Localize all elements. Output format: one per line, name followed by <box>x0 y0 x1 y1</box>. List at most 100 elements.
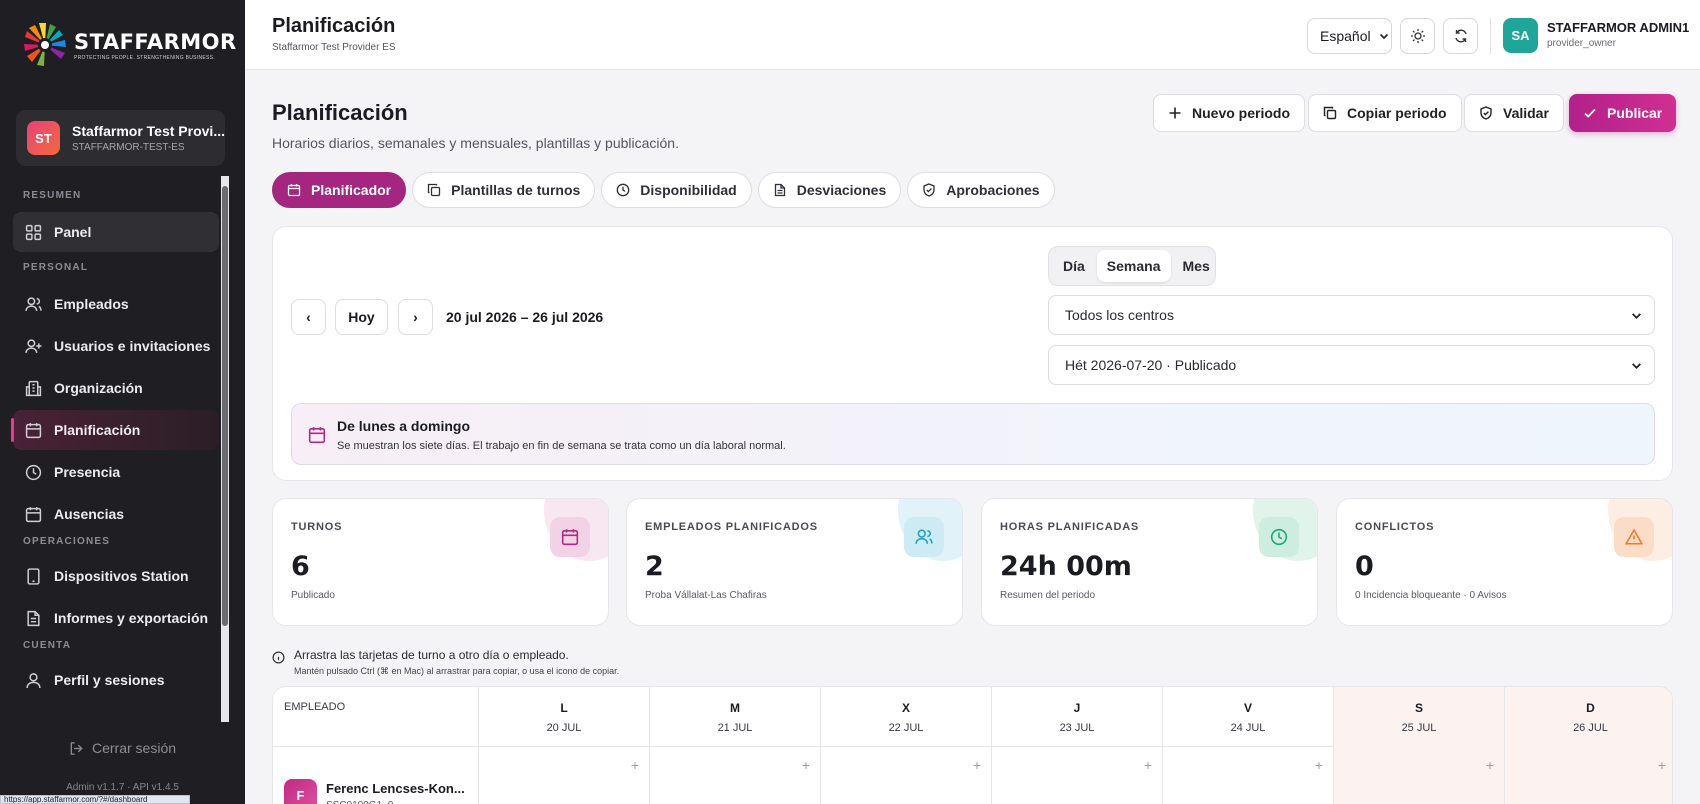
sidebar-nav: RESUMEN Panel PERSONAL Empleados Usuario… <box>0 190 222 722</box>
language-select[interactable]: Español <box>1307 18 1392 54</box>
sidebar-item-planificacion[interactable]: Planificación <box>11 410 219 450</box>
logo-mark-icon <box>24 23 66 66</box>
stat-value: 2 <box>645 551 664 582</box>
add-shift-button[interactable]: + <box>973 757 981 773</box>
tab-aprobaciones[interactable]: Aprobaciones <box>907 172 1055 208</box>
add-shift-button[interactable]: + <box>802 757 810 773</box>
sidebar-item-label: Organización <box>54 380 143 396</box>
header-subtitle: Staffarmor Test Provider ES <box>272 42 396 53</box>
nav-section-personal: PERSONAL <box>23 262 89 273</box>
day-letter: D <box>1586 701 1595 715</box>
employee-avatar: F <box>284 779 317 804</box>
chevron-down-icon <box>1632 363 1641 369</box>
sidebar-item-label: Planificación <box>54 422 141 438</box>
nav-section-resumen: RESUMEN <box>23 190 82 201</box>
refresh-button[interactable] <box>1443 18 1478 54</box>
stat-label: HORAS PLANIFICADAS <box>1000 521 1140 533</box>
tab-planificador[interactable]: Planificador <box>272 172 407 208</box>
day-date: 23 JUL <box>1059 722 1095 734</box>
sidebar-item-organizacion[interactable]: Organización <box>13 368 219 408</box>
add-shift-button[interactable]: + <box>1315 757 1323 773</box>
sidebar-item-informes[interactable]: Informes y exportación <box>13 598 219 638</box>
validate-label: Validar <box>1503 105 1549 121</box>
tenant-switcher[interactable]: ST Staffarmor Test Provi... STAFFARMOR-T… <box>16 110 225 166</box>
day-date: 20 JUL <box>546 722 582 734</box>
day-column-mon: L 20 JUL + <box>479 687 650 804</box>
publish-button[interactable]: Publicar <box>1569 94 1677 132</box>
prev-week-button[interactable]: ‹ <box>291 299 326 335</box>
copy-period-button[interactable]: Copiar periodo <box>1308 94 1462 132</box>
notice-text: Se muestran los siete días. El trabajo e… <box>337 440 786 452</box>
sidebar: STAFFARMOR PROTECTING PEOPLE. STRENGTHEN… <box>0 0 245 804</box>
check-icon <box>1584 108 1596 118</box>
clock-icon <box>25 464 42 480</box>
view-month[interactable]: Mes <box>1173 250 1220 282</box>
header-divider <box>1490 18 1491 54</box>
tenant-code: STAFFARMOR-TEST-ES <box>71 142 185 153</box>
sidebar-item-ausencias[interactable]: Ausencias <box>13 494 219 534</box>
day-date: 22 JUL <box>888 722 924 734</box>
tab-plantillas[interactable]: Plantillas de turnos <box>412 172 596 208</box>
hint-line-1: Arrastra las tarjetas de turno a otro dí… <box>294 648 569 662</box>
sidebar-item-dispositivos[interactable]: Dispositivos Station <box>13 556 219 596</box>
clock-icon <box>1270 528 1288 546</box>
day-column-sun: D 26 JUL + <box>1505 687 1672 804</box>
sidebar-item-label: Informes y exportación <box>54 610 209 626</box>
tab-desviaciones[interactable]: Desviaciones <box>757 172 902 208</box>
add-shift-button[interactable]: + <box>1144 757 1152 773</box>
day-column-fri: V 24 JUL + <box>1163 687 1334 804</box>
day-date: 25 JUL <box>1401 722 1437 734</box>
day-letter: S <box>1414 701 1423 715</box>
day-letter: J <box>1073 701 1081 715</box>
warning-icon <box>1625 528 1643 545</box>
user-plus-icon <box>25 338 42 353</box>
view-week[interactable]: Semana <box>1096 250 1171 282</box>
copy-period-label: Copiar periodo <box>1347 105 1447 121</box>
stat-label: TURNOS <box>291 521 343 533</box>
stat-value: 24h 00m <box>1000 551 1132 582</box>
new-period-button[interactable]: Nuevo periodo <box>1153 94 1306 132</box>
employee-name[interactable]: Ferenc Lencses-Kon... <box>326 781 465 796</box>
sidebar-item-label: Empleados <box>54 296 129 312</box>
calendar-icon <box>287 184 301 197</box>
center-select[interactable]: Todos los centros <box>1048 295 1655 335</box>
sidebar-item-perfil[interactable]: Perfil y sesiones <box>13 660 219 700</box>
validate-button[interactable]: Validar <box>1464 94 1564 132</box>
sidebar-item-panel[interactable]: Panel <box>13 212 219 252</box>
sidebar-scrollbar[interactable] <box>221 176 229 722</box>
stat-sub: 0 Incidencia bloqueante · 0 Avisos <box>1355 590 1507 601</box>
stat-icon-box <box>904 517 944 557</box>
day-date: 21 JUL <box>717 722 753 734</box>
tab-label: Disponibilidad <box>640 182 737 198</box>
clock-icon <box>616 183 630 197</box>
avatar[interactable]: SA <box>1503 18 1538 53</box>
nav-section-cuenta: CUENTA <box>23 640 72 651</box>
add-shift-button[interactable]: + <box>1486 757 1494 773</box>
stat-icon-box <box>550 517 590 557</box>
today-button[interactable]: Hoy <box>335 299 388 335</box>
scrollbar-thumb[interactable] <box>222 186 228 626</box>
sidebar-item-empleados[interactable]: Empleados <box>13 284 219 324</box>
tab-disponibilidad[interactable]: Disponibilidad <box>601 172 752 208</box>
add-shift-button[interactable]: + <box>1658 757 1666 773</box>
tab-label: Aprobaciones <box>946 182 1040 198</box>
stat-card-empleados: EMPLEADOS PLANIFICADOS 2 Proba Vállalat-… <box>626 498 963 626</box>
sidebar-item-usuarios[interactable]: Usuarios e invitaciones <box>13 326 219 366</box>
tab-label: Desviaciones <box>796 182 887 198</box>
period-select[interactable]: Hét 2026-07-20 · Publicado <box>1048 345 1655 385</box>
top-header: Planificación Staffarmor Test Provider E… <box>245 0 1700 70</box>
stat-sub: Publicado <box>291 590 335 601</box>
calendar-icon <box>25 506 42 522</box>
theme-toggle-button[interactable] <box>1400 18 1435 54</box>
brand-logo[interactable]: STAFFARMOR PROTECTING PEOPLE. STRENGTHEN… <box>22 22 237 68</box>
stat-label: CONFLICTOS <box>1355 521 1435 533</box>
sidebar-item-label: Perfil y sesiones <box>54 672 165 688</box>
view-day[interactable]: Día <box>1053 250 1095 282</box>
page-title: Planificación <box>272 100 408 125</box>
logout-button[interactable]: Cerrar sesión <box>0 740 245 756</box>
view-switcher: Día Semana Mes <box>1048 246 1216 286</box>
add-shift-button[interactable]: + <box>631 757 639 773</box>
next-week-button[interactable]: › <box>398 299 433 335</box>
sidebar-item-presencia[interactable]: Presencia <box>13 452 219 492</box>
day-date: 24 JUL <box>1230 722 1266 734</box>
